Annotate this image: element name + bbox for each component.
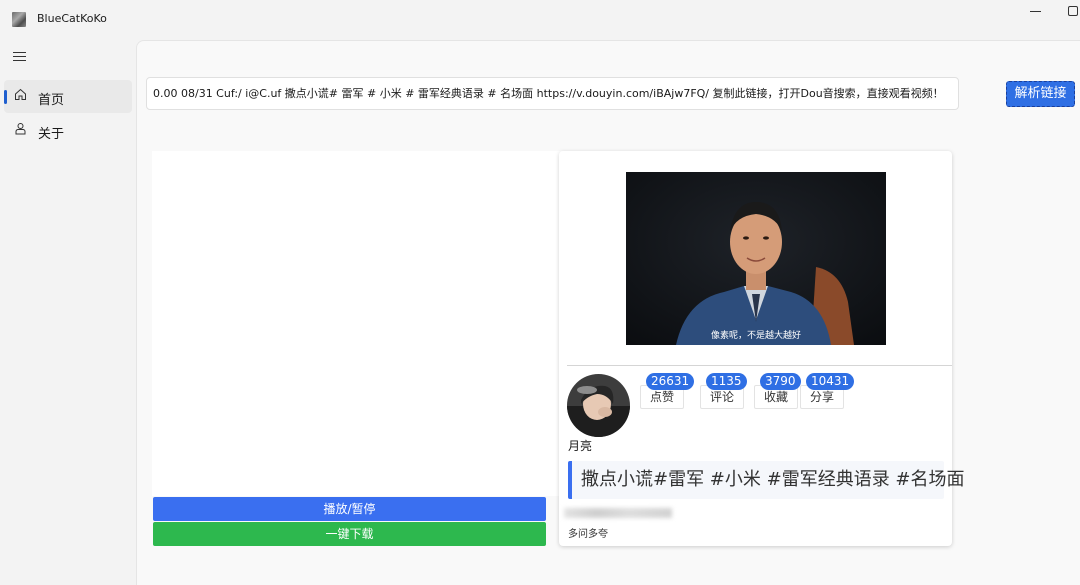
footer-text: 多问多夸 <box>568 529 608 540</box>
url-input[interactable]: 0.00 08/31 Cuf:/ i@C.uf 撒点小谎# 雷军 # 小米 # … <box>146 77 959 110</box>
parse-link-button[interactable]: 解析链接 <box>1006 81 1075 107</box>
video-subtitle: 像素呢，不是越大越好 <box>710 331 801 341</box>
maximize-button[interactable] <box>1068 6 1078 16</box>
video-player-area[interactable] <box>152 151 562 496</box>
play-pause-button[interactable]: 播放/暂停 <box>153 497 546 521</box>
author-name: 月亮 <box>568 439 593 453</box>
user-icon <box>14 122 27 139</box>
home-icon <box>14 88 27 105</box>
app-logo-icon <box>12 12 26 27</box>
video-thumbnail[interactable]: 像素呢，不是越大越好 <box>626 172 886 345</box>
shares-count-badge: 10431 <box>806 373 855 390</box>
video-description: 撒点小谎#雷军 #小米 #雷军经典语录 #名场面 <box>568 461 965 499</box>
sidebar-item-about[interactable]: 关于 <box>4 114 132 147</box>
likes-count-badge: 26631 <box>646 373 695 390</box>
menu-toggle-icon[interactable] <box>13 52 26 62</box>
minimize-button[interactable] <box>1030 11 1041 12</box>
sidebar-item-label: 首页 <box>38 93 65 108</box>
active-indicator <box>4 90 7 104</box>
divider <box>567 365 952 366</box>
app-title: BlueCatKoKo <box>37 12 107 25</box>
sidebar-item-home[interactable]: 首页 <box>4 80 132 113</box>
sidebar-item-label: 关于 <box>38 127 65 142</box>
comments-count-badge: 1135 <box>706 373 747 390</box>
favorites-count-badge: 3790 <box>760 373 801 390</box>
title-bar: BlueCatKoKo <box>0 0 1080 40</box>
blurred-text <box>564 508 672 518</box>
avatar[interactable] <box>567 374 630 437</box>
download-button[interactable]: 一键下载 <box>153 522 546 546</box>
